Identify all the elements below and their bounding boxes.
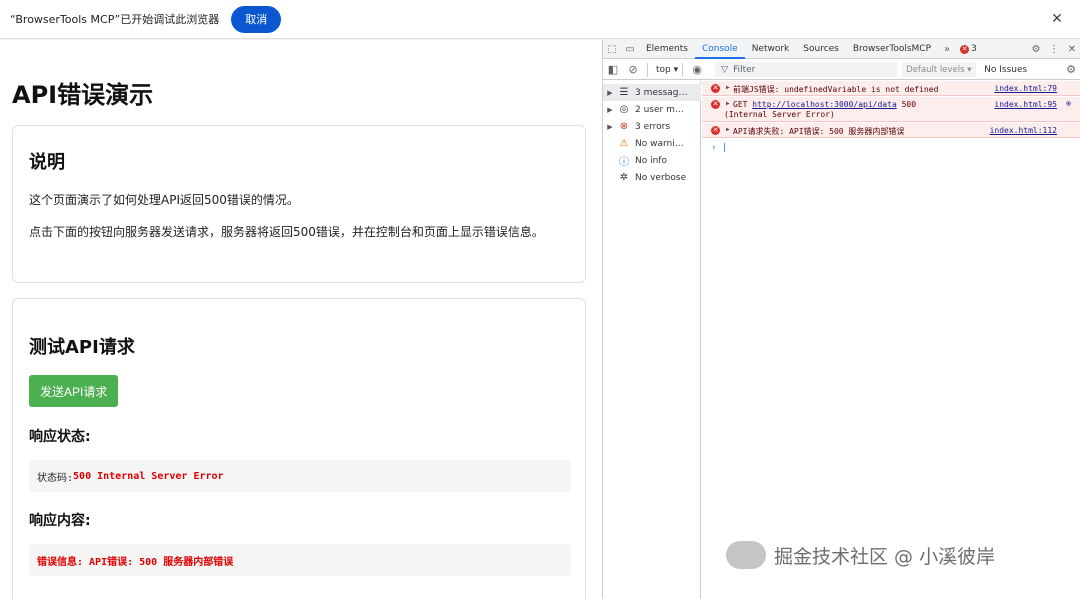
expand-caret-icon[interactable]: ▶ — [726, 126, 730, 133]
expand-caret-icon[interactable]: ▶ — [726, 84, 730, 91]
explanation-card: 说明 这个页面演示了如何处理API返回500错误的情况。 点击下面的按钮向服务器… — [12, 125, 586, 283]
test-api-heading: 测试API请求 — [29, 337, 135, 358]
message-text-prefix: GET — [733, 100, 753, 109]
console-error-message[interactable]: ✕ ▶ 前端JS错误: undefinedVariable is not def… — [702, 81, 1080, 96]
watermark-text: 掘金技术社区 @ 小溪彼岸 — [774, 545, 996, 568]
response-content-box: 错误信息: API错误: 500 服务器内部错误 — [29, 544, 571, 576]
user-icon: ◎ — [619, 104, 629, 115]
response-content-heading: 响应内容: — [29, 513, 91, 529]
test-api-card: 测试API请求 发送API请求 响应状态: 状态码: 500 Internal … — [12, 298, 586, 599]
caret-right-icon: ▶ — [607, 122, 613, 131]
message-source-link[interactable]: index.html:95 — [994, 100, 1057, 109]
bug-icon: ✲ — [619, 172, 629, 183]
explanation-text-2: 点击下面的按钮向服务器发送请求，服务器将返回500错误，并在控制台和页面上显示错… — [29, 225, 544, 239]
info-icon: ⓘ — [619, 157, 629, 168]
console-settings-icon[interactable]: ⚙ — [1061, 63, 1080, 76]
inspect-element-icon[interactable]: ⬚ — [603, 44, 621, 55]
clear-console-icon[interactable]: ⊘ — [623, 63, 643, 76]
console-error-message[interactable]: ✕ ▶ API请求失败: API错误: 500 服务器内部错误 index.ht… — [702, 123, 1080, 138]
error-icon: ⊗ — [619, 121, 629, 132]
sidebar-label: No verbose — [635, 172, 687, 183]
page-title: API错误演示 — [12, 81, 154, 109]
send-api-request-button[interactable]: 发送API请求 — [29, 375, 119, 407]
network-panel-icon[interactable]: ⊕ — [1066, 99, 1071, 108]
status-value: 500 Internal Server Error — [73, 470, 224, 482]
more-tabs-icon[interactable]: » — [938, 44, 956, 55]
request-url-link[interactable]: http://localhost:3000/api/data — [752, 100, 897, 109]
response-status-heading: 响应状态: — [29, 429, 91, 445]
sidebar-item-warnings[interactable]: ⚠ No warni… — [603, 135, 701, 152]
log-levels-dropdown[interactable]: Default levels ▾ — [902, 62, 977, 77]
sidebar-label: 3 errors — [635, 121, 671, 132]
message-text: GET http://localhost:3000/api/data 500 — [733, 100, 916, 109]
devtools-tabbar: ⬚ ▭ Elements Console Network Sources Bro… — [603, 40, 1080, 59]
error-icon: ✕ — [960, 44, 969, 54]
error-icon: ✕ — [711, 126, 720, 135]
debug-infobar: “BrowserTools MCP”已开始调试此浏览器 取消 ✕ — [0, 0, 1080, 39]
caret-right-icon: ▶ — [607, 88, 613, 97]
message-text: 前端JS错误: undefinedVariable is not defined — [733, 85, 939, 94]
watermark: 掘金技术社区 @ 小溪彼岸 — [726, 541, 995, 569]
tab-network[interactable]: Network — [745, 40, 797, 59]
filter-input[interactable]: ▽ Filter — [715, 62, 898, 77]
message-source-link[interactable]: index.html:112 — [990, 126, 1057, 135]
context-value: top — [656, 64, 671, 75]
close-devtools-icon[interactable]: ✕ — [1063, 44, 1080, 55]
sidebar-label: 3 messag… — [635, 87, 688, 98]
console-sidebar: ▶ ☰ 3 messag… ▶ ◎ 2 user m… ▶ ⊗ 3 errors… — [603, 81, 701, 599]
sidebar-label: 2 user m… — [635, 104, 684, 115]
message-text-suffix: 500 — [896, 100, 917, 109]
cancel-debug-button[interactable]: 取消 — [231, 5, 282, 33]
infobar-message: “BrowserTools MCP”已开始调试此浏览器 — [10, 13, 220, 26]
message-source-link[interactable]: index.html:79 — [994, 84, 1057, 93]
error-count-badge[interactable]: ✕ 3 — [960, 44, 977, 54]
tab-sources[interactable]: Sources — [796, 40, 846, 59]
status-prefix: 状态码: — [37, 472, 74, 484]
caret-right-icon: ▶ — [607, 105, 613, 114]
message-text-line2: (Internal Server Error) — [724, 110, 835, 119]
explanation-text-1: 这个页面演示了如何处理API返回500错误的情况。 — [29, 193, 299, 207]
console-toolbar: ◧ ⊘ top ▾ ◉ ▽ Filter Default levels ▾ No… — [603, 60, 1080, 80]
sidebar-label: No warni… — [635, 138, 684, 149]
devtools-panel: ⬚ ▭ Elements Console Network Sources Bro… — [602, 40, 1080, 599]
error-icon: ✕ — [711, 100, 720, 109]
filter-icon: ▽ — [721, 64, 729, 75]
expand-caret-icon[interactable]: ▶ — [726, 100, 730, 107]
toolbar-divider — [647, 62, 648, 77]
sidebar-item-errors[interactable]: ▶ ⊗ 3 errors — [603, 118, 701, 135]
close-icon[interactable]: ✕ — [1048, 10, 1066, 28]
console-prompt[interactable]: › | — [711, 143, 727, 153]
content-value: 错误信息: API错误: 500 服务器内部错误 — [37, 556, 234, 568]
console-output: ✕ ▶ 前端JS错误: undefinedVariable is not def… — [702, 81, 1080, 599]
log-levels-label: Default levels — [906, 64, 965, 75]
device-toolbar-icon[interactable]: ▭ — [621, 44, 639, 55]
context-selector[interactable]: top ▾ — [656, 65, 678, 75]
tab-elements[interactable]: Elements — [639, 40, 695, 59]
sidebar-label: No info — [635, 155, 667, 166]
error-icon: ✕ — [711, 84, 720, 93]
tab-browsertoolsmcp[interactable]: BrowserToolsMCP — [846, 40, 938, 59]
error-count: 3 — [971, 44, 977, 54]
response-status-box: 状态码: 500 Internal Server Error — [29, 460, 571, 492]
issues-indicator[interactable]: No Issues — [984, 65, 1027, 75]
sidebar-item-verbose[interactable]: ✲ No verbose — [603, 169, 701, 186]
sidebar-item-user-messages[interactable]: ▶ ◎ 2 user m… — [603, 101, 701, 118]
settings-gear-icon[interactable]: ⚙ — [1027, 44, 1045, 55]
console-error-message[interactable]: ✕ ▶ GET http://localhost:3000/api/data 5… — [702, 97, 1080, 122]
sidebar-item-info[interactable]: ⓘ No info — [603, 152, 701, 169]
explanation-heading: 说明 — [29, 152, 65, 173]
web-page: API错误演示 说明 这个页面演示了如何处理API返回500错误的情况。 点击下… — [0, 40, 602, 599]
warning-icon: ⚠ — [619, 138, 629, 149]
message-text: API请求失败: API错误: 500 服务器内部错误 — [733, 127, 905, 136]
eye-icon[interactable]: ◉ — [687, 63, 707, 76]
kebab-menu-icon[interactable]: ⋮ — [1045, 44, 1063, 55]
sidebar-item-messages[interactable]: ▶ ☰ 3 messag… — [603, 84, 701, 101]
toolbar-divider — [682, 62, 684, 77]
wechat-icon — [726, 541, 766, 569]
list-icon: ☰ — [619, 87, 629, 98]
filter-placeholder: Filter — [733, 64, 756, 75]
sidebar-toggle-icon[interactable]: ◧ — [603, 63, 623, 76]
tab-console[interactable]: Console — [694, 40, 745, 59]
